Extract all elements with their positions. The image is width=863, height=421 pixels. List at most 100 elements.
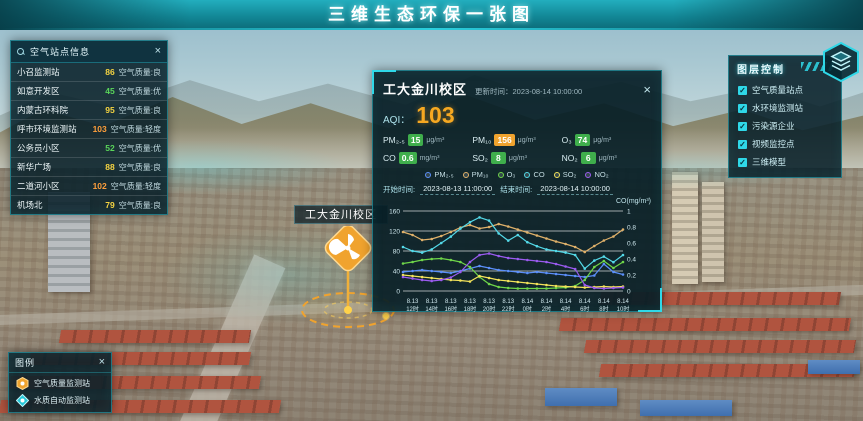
legend-series-name: NO₂ (594, 170, 608, 179)
layer-toggle-button[interactable] (822, 42, 860, 82)
svg-text:8.1314时: 8.1314时 (425, 299, 438, 313)
checkbox-checked-icon[interactable]: ✓ (738, 140, 747, 149)
station-list: 小召监测站86空气质量:良如意开发区45空气质量:优内蒙古环科院95空气质量:良… (11, 63, 167, 214)
legend-series-name: CO (533, 170, 544, 179)
station-row[interactable]: 如意开发区45空气质量:优 (11, 82, 167, 101)
pollutant-grid: PM₂.₅15μg/m³PM₁₀156μg/m³O₃74μg/m³CO0.6mg… (383, 134, 651, 164)
legend-item-air: 空气质量监测站 (9, 373, 111, 390)
legend-dot (425, 172, 431, 178)
svg-text:40: 40 (393, 269, 401, 276)
start-time-input[interactable]: 2023-08-13 11:00:00 (420, 184, 495, 195)
trend-line-chart: 0408012016000.20.40.60.818.1312时8.1314时8… (383, 205, 653, 323)
station-row[interactable]: 小召监测站86空气质量:良 (11, 63, 167, 82)
chart-legend-item[interactable]: PM₁₀ (463, 170, 489, 179)
pollutant-cell: PM₁₀156μg/m³ (472, 134, 561, 146)
station-aqi-value: 79 (95, 200, 115, 210)
building-row (584, 340, 856, 353)
layer-row[interactable]: ✓ 水环境监测站 (729, 99, 841, 117)
legend-item-label: 空气质量监测站 (34, 378, 90, 389)
end-time-label: 结束时间: (500, 184, 532, 195)
title-bar: 三维生态环保一张图 (0, 0, 863, 30)
station-name: 机场北 (17, 199, 91, 211)
station-panel-title: 空气站点信息 (30, 45, 150, 58)
layer-label: 水环境监测站 (752, 102, 803, 114)
station-aqi-value: 88 (95, 162, 115, 172)
pollutant-unit: μg/m³ (599, 155, 617, 162)
layer-row[interactable]: ✓ 污染源企业 (729, 117, 841, 135)
popup-title: 工大金川校区 (383, 79, 467, 98)
chart-legend-item[interactable]: CO (524, 170, 544, 179)
station-name: 新华广场 (17, 161, 91, 173)
pollutant-name: NO₂ (562, 153, 578, 163)
aqi-value: 103 (416, 102, 454, 129)
layer-label: 三维模型 (752, 156, 786, 168)
building-row (59, 330, 251, 343)
map-legend-panel: 图例 × 空气质量监测站 水质自动监测站 (8, 352, 112, 413)
layer-list: ✓空气质量站点✓水环境监测站✓污染源企业✓视频监控点✓三维模型 (729, 81, 841, 171)
svg-text:8.1322时: 8.1322时 (502, 299, 515, 313)
layer-row[interactable]: ✓ 视频监控点 (729, 135, 841, 153)
search-icon (17, 48, 25, 56)
chart-legend-item[interactable]: SO₂ (554, 170, 577, 179)
time-range-row: 开始时间: 2023-08-13 11:00:00 结束时间: 2023-08-… (383, 184, 651, 195)
layer-panel-title: 图层控制 (737, 65, 785, 76)
close-icon[interactable]: × (155, 46, 161, 57)
svg-text:0: 0 (396, 289, 400, 296)
legend-dot (554, 172, 560, 178)
station-name: 小召监测站 (17, 66, 91, 78)
layer-label: 视频监控点 (752, 138, 795, 150)
layer-row[interactable]: ✓空气质量站点 (729, 81, 841, 99)
station-name: 如意开发区 (17, 85, 91, 97)
station-row[interactable]: 新华广场88空气质量:良 (11, 158, 167, 177)
legend-dot (524, 172, 530, 178)
station-quality-text: 空气质量:轻度 (111, 181, 161, 192)
close-icon[interactable]: × (99, 357, 105, 368)
svg-text:8.146时: 8.146时 (579, 299, 591, 313)
checkbox-checked-icon[interactable]: ✓ (738, 86, 747, 95)
pollutant-cell: PM₂.₅15μg/m³ (383, 134, 472, 146)
chart-legend: PM₂.₅ PM₁₀ O₃ CO SO₂ NO₂ (383, 170, 651, 179)
station-row[interactable]: 机场北 79 空气质量:良 (11, 196, 167, 214)
aqi-readout: AQI： 103 (383, 102, 651, 129)
svg-text:0.2: 0.2 (627, 273, 636, 280)
station-row[interactable]: 公务员小区52空气质量:优 (11, 139, 167, 158)
layer-row[interactable]: ✓ 三维模型 (729, 153, 841, 171)
chart-legend-item[interactable]: O₃ (498, 170, 516, 179)
station-row[interactable]: 呼市环境监测站103空气质量:轻度 (11, 120, 167, 139)
station-row[interactable]: 内蒙古环科院95空气质量:良 (11, 101, 167, 120)
pollutant-cell: CO0.6mg/m³ (383, 152, 472, 164)
legend-item-water: 水质自动监测站 (9, 390, 111, 407)
svg-text:8.1312时: 8.1312时 (406, 299, 419, 313)
pollutant-value-chip: 0.6 (399, 152, 417, 164)
checkbox-checked-icon[interactable]: ✓ (738, 122, 747, 131)
checkbox-checked-icon[interactable]: ✓ (738, 158, 747, 167)
station-aqi-value: 103 (87, 124, 107, 134)
svg-text:0: 0 (627, 289, 631, 296)
svg-text:8.142时: 8.142时 (541, 299, 553, 313)
svg-text:1: 1 (627, 209, 631, 216)
station-quality-text: 空气质量:良 (119, 105, 161, 116)
station-name: 内蒙古环科院 (17, 104, 91, 116)
legend-series-name: SO₂ (563, 170, 577, 179)
station-row[interactable]: 二道河小区102空气质量:轻度 (11, 177, 167, 196)
pollutant-name: PM₁₀ (472, 135, 491, 145)
station-quality-text: 空气质量:良 (119, 200, 161, 211)
checkbox-checked-icon[interactable]: ✓ (738, 104, 747, 113)
pollutant-unit: μg/m³ (518, 137, 536, 144)
svg-text:0.6: 0.6 (627, 241, 636, 248)
station-panel-header: 空气站点信息 × (11, 41, 167, 63)
pollutant-name: SO₂ (472, 153, 488, 163)
svg-text:0.4: 0.4 (627, 257, 636, 264)
svg-text:8.140时: 8.140时 (522, 299, 534, 313)
pollutant-cell: SO₂8μg/m³ (472, 152, 561, 164)
close-icon[interactable]: × (643, 84, 651, 95)
layer-label: 污染源企业 (752, 120, 795, 132)
end-time-input[interactable]: 2023-08-14 10:00:00 (537, 184, 613, 195)
chart-legend-item[interactable]: NO₂ (585, 170, 608, 179)
station-quality-text: 空气质量:优 (119, 86, 161, 97)
legend-series-name: O₃ (507, 170, 516, 179)
chart-legend-item[interactable]: PM₂.₅ (425, 170, 453, 179)
svg-text:120: 120 (389, 229, 400, 236)
svg-text:0.8: 0.8 (627, 225, 636, 232)
svg-text:80: 80 (393, 249, 401, 256)
